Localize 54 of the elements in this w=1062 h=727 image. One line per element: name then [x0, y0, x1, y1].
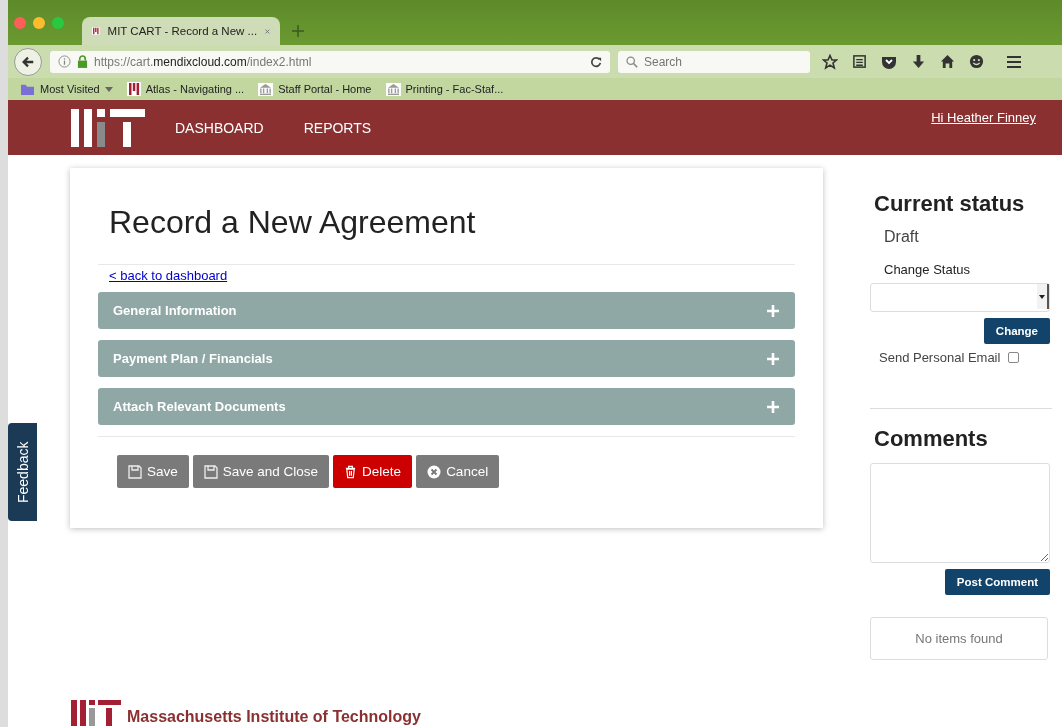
- back-link[interactable]: < back to dashboard: [109, 268, 228, 283]
- bookmark-item[interactable]: Atlas - Navigating ...: [126, 82, 245, 96]
- change-button[interactable]: Change: [983, 318, 1050, 344]
- nav-link[interactable]: DASHBOARD: [175, 119, 264, 136]
- building-icon: [258, 82, 274, 96]
- back-arrow-icon: [21, 54, 35, 69]
- plus-icon: [767, 400, 779, 413]
- close-circle-icon: [427, 464, 442, 479]
- bookmark-item[interactable]: Staff Portal - Home: [258, 82, 372, 96]
- dropdown-caret-icon: [1039, 294, 1045, 299]
- status-value: Draft: [884, 228, 920, 246]
- institute-name: Massachusetts Institute of Technology: [127, 708, 421, 726]
- bookmark-item[interactable]: Most Visited: [20, 82, 113, 96]
- reading-list-icon[interactable]: [852, 54, 867, 69]
- download-icon[interactable]: [911, 54, 926, 69]
- post-comment-button[interactable]: Post Comment: [944, 569, 1050, 595]
- folder-icon: [20, 82, 35, 96]
- dropdown-caret-icon: [104, 86, 113, 92]
- feedback-tab[interactable]: Feedback: [8, 423, 37, 521]
- lock-icon: [77, 55, 88, 68]
- trash-icon: [344, 464, 358, 479]
- back-button[interactable]: [14, 47, 42, 76]
- info-icon: [58, 55, 71, 68]
- nav-link[interactable]: REPORTS: [303, 119, 372, 136]
- browser-tab[interactable]: MIT CART - Record a New ...: [82, 17, 280, 45]
- delete-button[interactable]: Delete: [333, 455, 413, 488]
- user-link[interactable]: Hi Heather Finney: [931, 110, 1036, 125]
- mit-logo-icon: [126, 82, 141, 96]
- mit-logo: [71, 700, 121, 726]
- empty-comments-message: No items found: [870, 617, 1048, 660]
- mit-logo-icon: [92, 24, 100, 38]
- search-field[interactable]: Search: [618, 50, 810, 73]
- page-title: Record a New Agreement: [109, 204, 477, 242]
- comments-heading: Comments: [874, 426, 989, 452]
- star-icon[interactable]: [822, 53, 838, 70]
- cancel-button[interactable]: Cancel: [416, 455, 500, 488]
- save-button[interactable]: Save and Close: [192, 455, 330, 488]
- building-icon: [385, 82, 401, 96]
- checkbox-label: Send Personal Email: [879, 350, 1001, 365]
- field-label: Change Status: [884, 262, 971, 277]
- checkbox[interactable]: [1008, 352, 1020, 363]
- home-icon[interactable]: [940, 54, 955, 69]
- status-heading: Current status: [874, 191, 1026, 217]
- search-icon: [626, 55, 638, 68]
- comment-field[interactable]: [870, 463, 1050, 563]
- smiley-icon[interactable]: [969, 54, 984, 69]
- address-bar[interactable]: https://cart.mendixcloud.com/index2.html: [50, 50, 610, 73]
- save-button[interactable]: Save: [117, 455, 189, 488]
- reload-icon[interactable]: [590, 55, 602, 68]
- plus-icon: [767, 304, 779, 317]
- bookmark-item[interactable]: Printing - Fac-Staf...: [385, 82, 504, 96]
- plus-icon: [767, 352, 779, 365]
- menu-icon[interactable]: [1006, 54, 1022, 69]
- url-text: https://cart.mendixcloud.com/index2.html: [94, 54, 313, 69]
